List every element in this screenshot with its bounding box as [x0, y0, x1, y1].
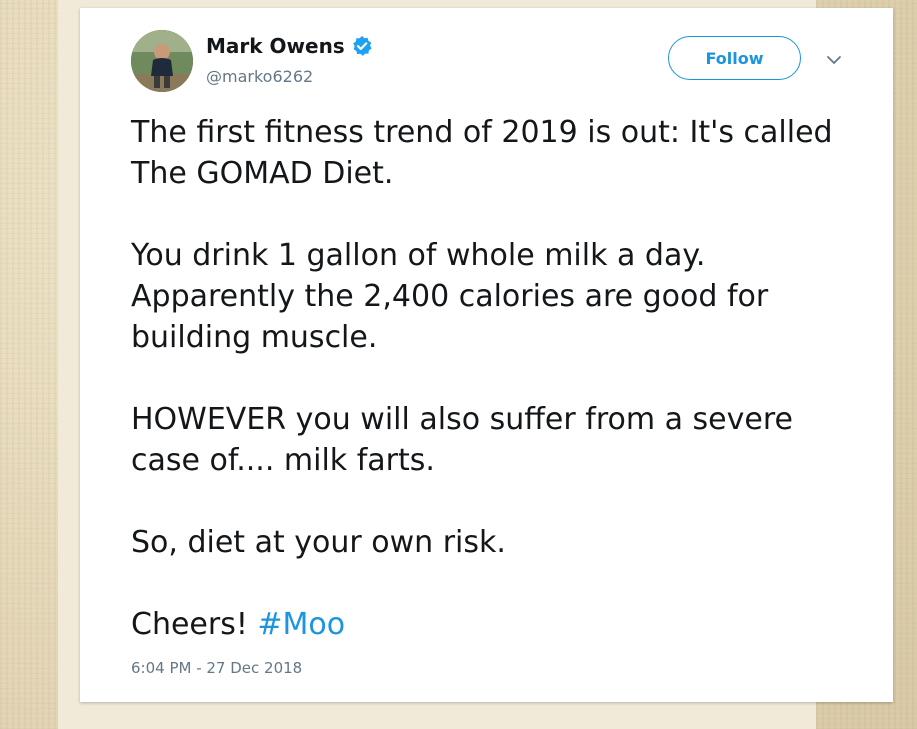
tweet-closing-text: Cheers!	[131, 607, 258, 642]
tweet-line: case of.... milk farts.	[131, 443, 435, 478]
avatar[interactable]	[131, 30, 193, 92]
follow-button[interactable]: Follow	[668, 36, 801, 80]
tweet-line: building muscle.	[131, 320, 378, 355]
tweet-paragraph: HOWEVER you will also suffer from a seve…	[131, 399, 871, 481]
profile-photo-icon	[131, 30, 193, 92]
tweet-paragraph: You drink 1 gallon of whole milk a day. …	[131, 235, 871, 358]
author-name-row: Mark Owens	[206, 34, 373, 58]
tweet-paragraph: So, diet at your own risk.	[131, 522, 871, 563]
chevron-down-icon[interactable]	[824, 52, 844, 68]
tweet-timestamp[interactable]: 6:04 PM - 27 Dec 2018	[131, 659, 302, 677]
tweet-line: The GOMAD Diet.	[131, 156, 394, 191]
tweet-line: HOWEVER you will also suffer from a seve…	[131, 402, 793, 437]
tweet-text: The first fitness trend of 2019 is out: …	[131, 112, 871, 645]
tweet-line: The first fitness trend of 2019 is out: …	[131, 115, 833, 150]
tweet-paragraph: Cheers! #Moo	[131, 604, 871, 645]
hashtag-link[interactable]: #Moo	[257, 607, 345, 642]
tweet-card: Mark Owens @marko6262 Follow The first f…	[80, 8, 893, 702]
tweet-paragraph: The first fitness trend of 2019 is out: …	[131, 112, 871, 194]
tweet-line: You drink 1 gallon of whole milk a day.	[131, 238, 706, 273]
verified-badge-icon	[351, 35, 373, 57]
author-display-name[interactable]: Mark Owens	[206, 34, 345, 58]
tweet-line: So, diet at your own risk.	[131, 525, 506, 560]
tweet-line: Apparently the 2,400 calories are good f…	[131, 279, 769, 314]
author-handle[interactable]: @marko6262	[206, 67, 313, 86]
